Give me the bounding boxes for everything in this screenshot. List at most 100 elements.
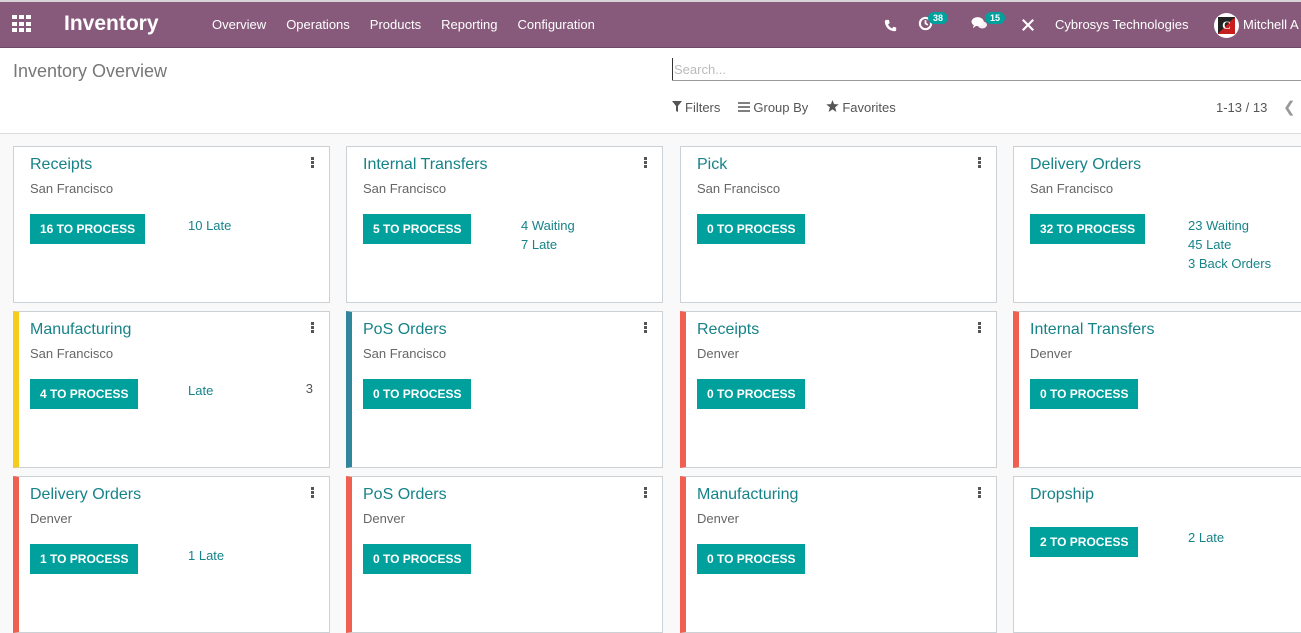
search-input[interactable] bbox=[672, 58, 1301, 80]
to-process-button[interactable]: 0 TO PROCESS bbox=[697, 544, 806, 574]
card-stats: 4 Waiting 7 Late bbox=[521, 216, 575, 254]
messages-badge: 15 bbox=[985, 12, 1006, 24]
to-process-button[interactable]: 0 TO PROCESS bbox=[697, 214, 806, 244]
card-warehouse: San Francisco bbox=[30, 181, 114, 196]
to-process-button[interactable]: 0 TO PROCESS bbox=[363, 379, 472, 409]
list-icon bbox=[738, 100, 751, 115]
card-menu-icon[interactable] bbox=[311, 322, 315, 333]
menu-products[interactable]: Products bbox=[370, 17, 421, 32]
card-warehouse: San Francisco bbox=[697, 181, 781, 196]
card-stat-count: 3 bbox=[305, 381, 313, 396]
card-title[interactable]: Pick bbox=[697, 156, 727, 174]
card-menu-icon[interactable] bbox=[644, 157, 648, 168]
card-stats: 1 Late bbox=[188, 546, 224, 565]
card-stats: Late bbox=[188, 381, 213, 400]
debug-tools-icon[interactable] bbox=[1021, 13, 1035, 37]
operation-card: Manufacturing Denver 0 TO PROCESS bbox=[680, 476, 997, 633]
card-title[interactable]: Manufacturing bbox=[30, 321, 131, 339]
to-process-button[interactable]: 2 TO PROCESS bbox=[1030, 527, 1139, 557]
menu-operations[interactable]: Operations bbox=[286, 17, 350, 32]
card-warehouse: Denver bbox=[363, 511, 405, 526]
app-brand[interactable]: Inventory bbox=[64, 12, 159, 36]
favorites-button[interactable]: Favorites bbox=[826, 100, 896, 115]
to-process-button[interactable]: 32 TO PROCESS bbox=[1030, 214, 1146, 244]
menu-overview[interactable]: Overview bbox=[212, 17, 266, 32]
operation-card: Delivery Orders Denver 1 TO PROCESS 1 Late bbox=[13, 476, 330, 633]
card-title[interactable]: Manufacturing bbox=[697, 486, 798, 504]
operation-card: Dropship 2 TO PROCESS 2 Late bbox=[1013, 476, 1301, 633]
card-stats: 23 Waiting 45 Late 3 Back Orders bbox=[1188, 216, 1271, 273]
company-switcher[interactable]: Cybrosys Technologies bbox=[1055, 17, 1188, 32]
card-stats: 10 Late bbox=[188, 216, 231, 235]
card-menu-icon[interactable] bbox=[644, 487, 648, 498]
card-warehouse: Denver bbox=[1030, 346, 1072, 361]
to-process-button[interactable]: 5 TO PROCESS bbox=[363, 214, 472, 244]
card-title[interactable]: PoS Orders bbox=[363, 321, 447, 339]
page-title: Inventory Overview bbox=[13, 61, 168, 81]
card-title[interactable]: Dropship bbox=[1030, 486, 1094, 504]
operation-card: PoS Orders Denver 0 TO PROCESS bbox=[346, 476, 663, 633]
operation-card: Pick San Francisco 0 TO PROCESS bbox=[680, 146, 997, 303]
card-warehouse: Denver bbox=[697, 511, 739, 526]
phone-icon[interactable] bbox=[884, 13, 897, 37]
to-process-button[interactable]: 0 TO PROCESS bbox=[1030, 379, 1139, 409]
card-stat-link[interactable]: 10 Late bbox=[188, 216, 231, 235]
card-title[interactable]: Delivery Orders bbox=[30, 486, 141, 504]
menu-configuration[interactable]: Configuration bbox=[517, 17, 594, 32]
card-title[interactable]: Receipts bbox=[697, 321, 759, 339]
pager-value[interactable]: 1-13 / 13 bbox=[1216, 100, 1267, 115]
top-navbar: Inventory Overview Operations Products R… bbox=[0, 0, 1301, 48]
card-stat-link[interactable]: Late bbox=[188, 381, 213, 400]
to-process-button[interactable]: 1 TO PROCESS bbox=[30, 544, 139, 574]
pager-previous-icon[interactable]: ❮ bbox=[1283, 98, 1296, 116]
card-title[interactable]: Internal Transfers bbox=[363, 156, 488, 174]
card-stat-link[interactable]: 23 Waiting bbox=[1188, 216, 1271, 235]
to-process-button[interactable]: 0 TO PROCESS bbox=[697, 379, 806, 409]
filter-icon bbox=[672, 100, 682, 115]
filters-button[interactable]: Filters bbox=[672, 100, 720, 115]
card-stat-link[interactable]: 45 Late bbox=[1188, 235, 1271, 254]
activity-badge: 38 bbox=[928, 12, 949, 24]
activity-button[interactable]: 38 bbox=[918, 12, 954, 37]
search-bar bbox=[672, 58, 1301, 81]
star-icon bbox=[826, 100, 840, 115]
card-title[interactable]: Delivery Orders bbox=[1030, 156, 1141, 174]
user-avatar[interactable]: C bbox=[1214, 13, 1239, 38]
card-menu-icon[interactable] bbox=[311, 487, 315, 498]
card-menu-icon[interactable] bbox=[644, 322, 648, 333]
control-panel: Inventory Overview Filters Group By Favo… bbox=[0, 48, 1301, 134]
card-title[interactable]: PoS Orders bbox=[363, 486, 447, 504]
to-process-button[interactable]: 16 TO PROCESS bbox=[30, 214, 146, 244]
card-stat-link[interactable]: 1 Late bbox=[188, 546, 224, 565]
card-warehouse: San Francisco bbox=[363, 181, 447, 196]
card-warehouse: San Francisco bbox=[30, 346, 114, 361]
card-menu-icon[interactable] bbox=[978, 157, 982, 168]
operation-card: Internal Transfers San Francisco 5 TO PROC… bbox=[346, 146, 663, 303]
group-by-button[interactable]: Group By bbox=[738, 100, 808, 115]
card-menu-icon[interactable] bbox=[978, 322, 982, 333]
operation-card: Receipts Denver 0 TO PROCESS bbox=[680, 311, 997, 468]
card-stats: 2 Late bbox=[1188, 528, 1224, 547]
to-process-button[interactable]: 4 TO PROCESS bbox=[30, 379, 139, 409]
card-title[interactable]: Internal Transfers bbox=[1030, 321, 1155, 339]
apps-menu-icon[interactable] bbox=[12, 15, 32, 33]
card-stat-link[interactable]: 2 Late bbox=[1188, 528, 1224, 547]
card-stat-link[interactable]: 4 Waiting bbox=[521, 216, 575, 235]
card-warehouse: Denver bbox=[30, 511, 72, 526]
card-title[interactable]: Receipts bbox=[30, 156, 92, 174]
menu-reporting[interactable]: Reporting bbox=[441, 17, 497, 32]
operation-card: Receipts San Francisco 16 TO PROCESS 10 Lat… bbox=[13, 146, 330, 303]
card-menu-icon[interactable] bbox=[978, 487, 982, 498]
operation-card: PoS Orders San Francisco 0 TO PROCESS bbox=[346, 311, 663, 468]
card-warehouse: Denver bbox=[697, 346, 739, 361]
main-menu: Overview Operations Products Reporting C… bbox=[212, 17, 615, 32]
card-stat-link[interactable]: 7 Late bbox=[521, 235, 575, 254]
card-stat-link[interactable]: 3 Back Orders bbox=[1188, 254, 1271, 273]
to-process-button[interactable]: 0 TO PROCESS bbox=[363, 544, 472, 574]
search-options: Filters Group By Favorites bbox=[672, 100, 896, 115]
messages-button[interactable]: 15 bbox=[971, 12, 1011, 37]
user-menu[interactable]: Mitchell A bbox=[1243, 17, 1299, 32]
operation-card: Manufacturing San Francisco 4 TO PROCESS La… bbox=[13, 311, 330, 468]
operation-card: Internal Transfers Denver 0 TO PROCESS bbox=[1013, 311, 1301, 468]
card-menu-icon[interactable] bbox=[311, 157, 315, 168]
